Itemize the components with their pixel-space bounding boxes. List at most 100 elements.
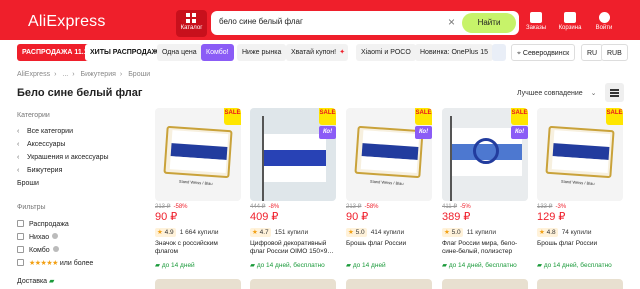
product-price: 389 ₽ — [442, 211, 471, 223]
product-image[interactable]: SALE Ко! — [442, 108, 528, 201]
rating-row: ★ 4.8 74 купили — [537, 228, 592, 237]
chip-more[interactable] — [492, 44, 506, 61]
filter-kombo[interactable]: Комбо — [12, 246, 59, 254]
rating: 5.0 — [355, 229, 365, 236]
product-price: 129 ₽ — [537, 211, 566, 223]
star-icon: ★ — [348, 229, 354, 236]
sidebar-item-jewelry[interactable]: ‹ Украшения и аксессуары — [17, 154, 109, 161]
login-label: Войти — [595, 25, 613, 31]
product-card[interactable]: SALE Ко! 411 ₽ -5% 389 ₽ ★ 5.0 11 купили Флаг Р… — [440, 108, 529, 289]
sale-badge: SALE — [511, 108, 528, 125]
star-icon: ★ — [444, 229, 450, 236]
view-toggle-button[interactable] — [605, 83, 624, 102]
chip-coupon[interactable]: Хватай купон! ✦ — [286, 44, 349, 61]
next-row-card[interactable] — [442, 279, 528, 289]
breadcrumb-item[interactable]: ... — [62, 71, 68, 78]
filter-label: Комбо — [29, 247, 50, 254]
checkbox[interactable] — [17, 220, 24, 227]
product-name[interactable]: Флаг России мира, бело-сине-белый, полиэ… — [442, 240, 528, 256]
next-row-card[interactable] — [346, 279, 432, 289]
orders-button[interactable]: Заказы — [522, 10, 550, 38]
category-bar: РАСПРОДАЖА 11.11 ХИТЫ РАСПРОДАЖИ Одна це… — [0, 44, 640, 61]
sale-badge: SALE — [224, 108, 241, 125]
sort-label: Лучшее совпадение — [517, 90, 583, 97]
next-row-card[interactable] — [155, 279, 241, 289]
cart-button[interactable]: Корзина — [556, 10, 584, 38]
product-card[interactable]: SALE Ко! 444 ₽ -8% 409 ₽ ★ 4.7 151 купили Цифро… — [248, 108, 337, 289]
product-card[interactable]: Stand Weiss / Blau SALE 213 ₽ -58% 90 ₽ ★ 4.9… — [153, 108, 242, 289]
breadcrumb-item[interactable]: Бижутерия — [81, 71, 116, 78]
product-card[interactable]: Stand Weiss / Blau SALE 133 ₽ -3% 129 ₽ ★ 4.8… — [535, 108, 624, 289]
product-name[interactable]: Брошь флаг России — [346, 240, 432, 256]
clear-icon[interactable]: × — [448, 15, 455, 29]
sidebar-item-accessories[interactable]: ‹ Аксессуары — [17, 141, 65, 148]
product-name[interactable]: Цифровой декоративный флаг России ОІМО 1… — [250, 240, 336, 256]
next-row-card[interactable] — [537, 279, 623, 289]
language-selector[interactable]: RU — [581, 44, 604, 61]
chevron-left-icon: ‹ — [17, 154, 20, 161]
product-image[interactable]: Stand Weiss / Blau SALE — [537, 108, 623, 201]
kombo-badge: Ко! — [319, 126, 336, 139]
breadcrumb-item[interactable]: Броши — [128, 71, 150, 78]
product-image[interactable]: Stand Weiss / Blau SALE — [155, 108, 241, 201]
next-row-card[interactable] — [250, 279, 336, 289]
product-image[interactable]: Stand Weiss / Blau SALE Ко! — [346, 108, 432, 201]
chip-below-market[interactable]: Ниже рынка — [237, 44, 287, 61]
sold-count: 414 купили — [370, 229, 405, 236]
chip-xiaomi[interactable]: Xiaomi и POCO — [356, 44, 416, 61]
sold-count: 74 купили — [561, 229, 592, 236]
old-price-row: 133 ₽ -3% — [537, 203, 566, 210]
sort-dropdown[interactable]: Лучшее совпадение ⌄ — [517, 89, 597, 97]
delivery-info: ▰ до 14 дней — [346, 261, 386, 269]
chevron-down-icon: ⌄ — [590, 90, 597, 97]
sidebar-item-label: Аксессуары — [27, 141, 66, 148]
login-button[interactable]: Войти — [590, 10, 618, 38]
delivery-info: ▰ до 14 дней, бесплатно — [250, 261, 325, 269]
rating: 4.7 — [259, 229, 269, 236]
chip-oneplus[interactable]: Новинка: OnePlus 15 — [415, 44, 494, 61]
rating: 5.0 — [451, 229, 461, 236]
sidebar-item-brooches[interactable]: Броши — [17, 180, 39, 187]
filter-nihao[interactable]: Нихао — [12, 233, 59, 241]
sold-count: 1 664 купили — [179, 229, 219, 236]
chip-hits[interactable]: ХИТЫ РАСПРОДАЖИ — [85, 44, 169, 61]
sidebar-item-bijouterie[interactable]: ‹ Бижутерия — [17, 167, 62, 174]
product-name[interactable]: Значок с российским флагом — [155, 240, 241, 256]
chip-kombo[interactable]: Комбо! — [201, 44, 234, 61]
stars-icon: ★★★★★ — [29, 260, 58, 267]
location-label: Северодвинск — [522, 50, 570, 57]
checkbox[interactable] — [17, 233, 24, 240]
truck-icon: ▰ — [442, 262, 447, 269]
aliexpress-logo[interactable]: AliExpress — [28, 13, 106, 31]
filter-label: Нихао — [29, 234, 50, 241]
checkbox[interactable] — [17, 259, 24, 266]
chevron-right-icon: › — [72, 71, 75, 78]
star-icon: ★ — [157, 229, 163, 236]
filter-sale[interactable]: Распродажа — [12, 220, 69, 228]
product-price: 90 ₽ — [346, 211, 369, 223]
product-name[interactable]: Брошь флаг России — [537, 240, 623, 256]
search-input[interactable]: бело сине белый флаг — [219, 17, 303, 26]
chip-one-price[interactable]: Одна цена — [157, 44, 202, 61]
checkbox[interactable] — [17, 246, 24, 253]
plus-icon: ✦ — [339, 49, 346, 56]
sold-count: 11 купили — [466, 229, 496, 236]
sidebar-item-all[interactable]: ‹ Все категории — [17, 128, 73, 135]
filter-rating[interactable]: ★★★★★ или более — [12, 259, 93, 267]
location-selector[interactable]: ⌖ Северодвинск — [511, 44, 576, 61]
rating: 4.9 — [164, 229, 174, 236]
old-price-row: 411 ₽ -5% — [442, 203, 471, 210]
sidebar-item-label: Бижутерия — [27, 167, 63, 174]
find-button[interactable]: Найти — [462, 13, 516, 33]
breadcrumb-item[interactable]: AliExpress — [17, 71, 50, 78]
product-image[interactable]: SALE Ко! — [250, 108, 336, 201]
currency-selector[interactable]: RUB — [601, 44, 628, 61]
catalog-button[interactable]: Каталог — [176, 10, 207, 37]
sale-badge: SALE — [415, 108, 432, 125]
filter-label: Распродажа — [29, 221, 69, 228]
delivery-label: до 14 дней — [352, 262, 386, 269]
sale-badge: SALE — [319, 108, 336, 125]
product-card[interactable]: Stand Weiss / Blau SALE Ко! 213 ₽ -58% 90 ₽ ★ … — [344, 108, 433, 289]
kombo-badge: Ко! — [511, 126, 528, 139]
chevron-right-icon: › — [54, 71, 57, 78]
